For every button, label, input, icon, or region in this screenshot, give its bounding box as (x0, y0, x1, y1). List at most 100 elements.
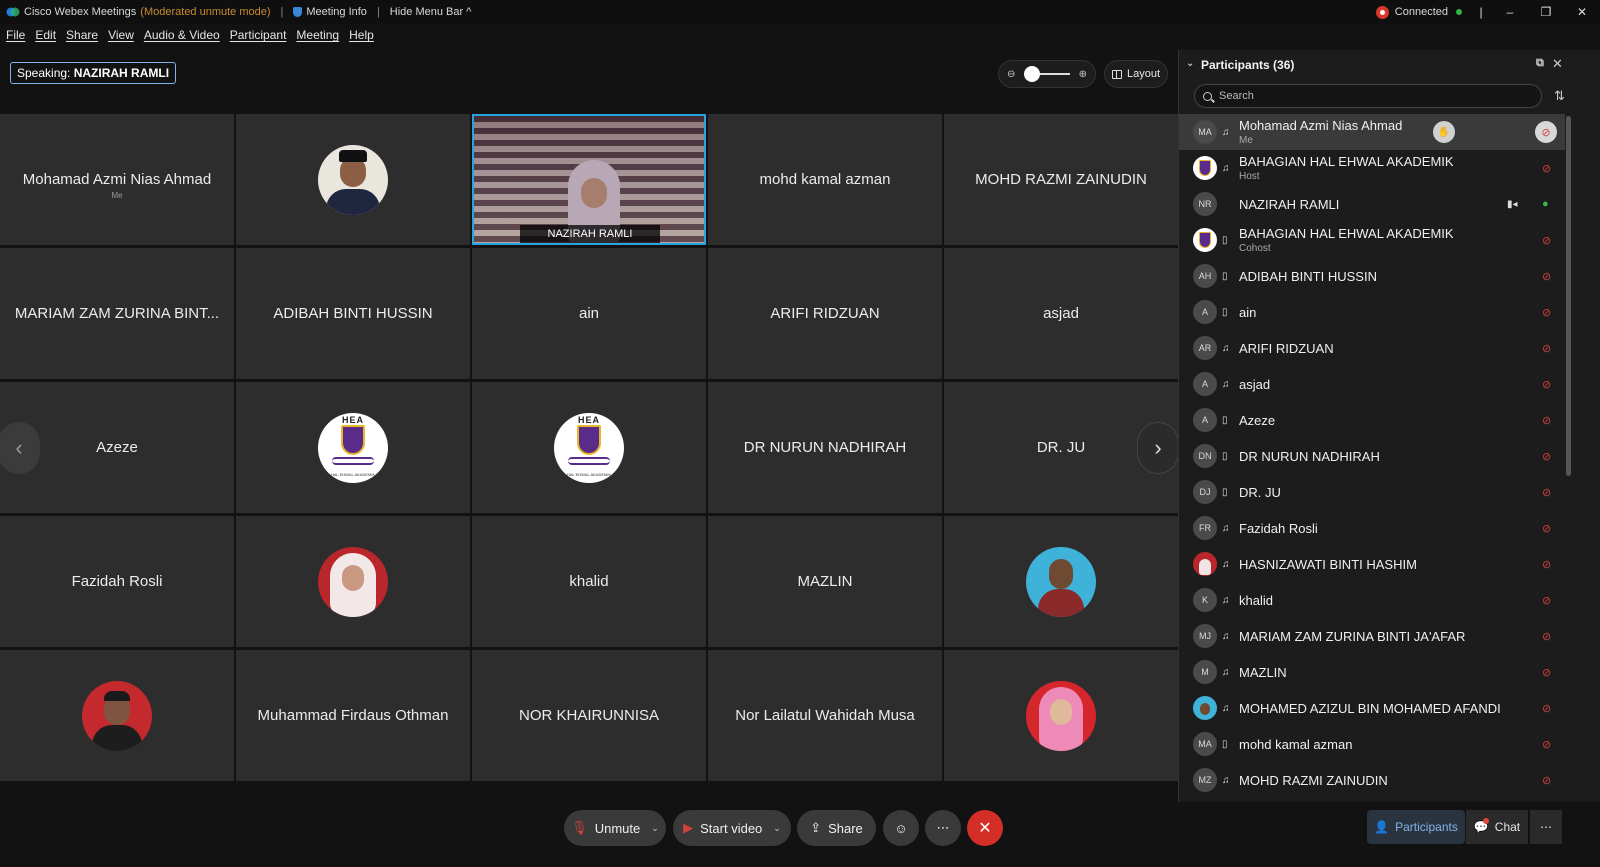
active-speaker-video-tile[interactable]: NAZIRAH RAMLI (472, 114, 706, 245)
raise-hand-icon[interactable]: ✋ (1433, 121, 1455, 143)
video-tile[interactable]: ain (472, 248, 706, 379)
muted-mic-icon[interactable]: ⊘ (1542, 270, 1551, 283)
participant-row[interactable]: AR ♫ ARIFI RIDZUAN ⊘ (1179, 330, 1565, 366)
video-tile[interactable] (236, 516, 470, 647)
video-tile[interactable]: NOR KHAIRUNNISA (472, 650, 706, 781)
chevron-down-icon[interactable]: ⌄ (651, 823, 659, 834)
participant-row[interactable]: MA ♫ Mohamad Azmi Nias Ahmad Me ✋ ⊘ (1179, 114, 1565, 150)
chat-button[interactable]: 💬 Chat (1466, 810, 1528, 844)
participant-row[interactable]: ▯ BAHAGIAN HAL EHWAL AKADEMIK Cohost ⊘ (1179, 222, 1565, 258)
participant-row[interactable]: FR ♫ Fazidah Rosli ⊘ (1179, 510, 1565, 546)
next-page-button[interactable]: › (1137, 422, 1179, 474)
zoom-in-icon[interactable]: ⊕ (1079, 69, 1087, 80)
sort-icon[interactable]: ⇅ (1554, 88, 1565, 104)
share-button[interactable]: ⇪ Share (797, 810, 876, 846)
video-tile[interactable]: Muhammad Firdaus Othman (236, 650, 470, 781)
muted-mic-icon[interactable]: ⊘ (1542, 378, 1551, 391)
menu-file[interactable]: File (6, 28, 25, 48)
video-tile[interactable] (944, 650, 1178, 781)
participant-row[interactable]: K ♫ khalid ⊘ (1179, 582, 1565, 618)
muted-mic-icon[interactable]: ⊘ (1542, 666, 1551, 679)
muted-mic-icon[interactable]: ⊘ (1542, 486, 1551, 499)
minimize-icon[interactable]: – (1492, 5, 1528, 19)
restore-icon[interactable]: ❐ (1528, 5, 1564, 19)
mic-on-icon[interactable]: ● (1542, 198, 1549, 210)
muted-mic-icon[interactable]: ⊘ (1542, 738, 1551, 751)
video-tile[interactable]: HEA HAL EHWAL AKADEMIK (236, 382, 470, 513)
participant-row[interactable]: A ▯ Azeze ⊘ (1179, 402, 1565, 438)
video-tile[interactable]: mohd kamal azman (708, 114, 942, 245)
menu-audio-video[interactable]: Audio & Video (144, 28, 220, 48)
video-tile[interactable]: MOHD RAZMI ZAINUDIN (944, 114, 1178, 245)
participants-toggle-button[interactable]: 👤 Participants (1367, 810, 1465, 844)
participant-row[interactable]: DN ▯ DR NURUN NADHIRAH ⊘ (1179, 438, 1565, 474)
participant-row[interactable]: DJ ▯ DR. JU ⊘ (1179, 474, 1565, 510)
pin-icon[interactable]: | (1470, 5, 1492, 19)
video-tile[interactable] (944, 516, 1178, 647)
previous-page-button[interactable]: ‹ (0, 422, 40, 474)
meeting-info-link[interactable]: Meeting Info (306, 6, 367, 18)
chevron-down-icon[interactable]: ⌄ (773, 823, 781, 834)
zoom-out-icon[interactable]: ⊖ (1007, 69, 1015, 80)
collapse-chevron-icon[interactable]: ⌄ (1186, 58, 1194, 69)
muted-mic-icon[interactable]: ⊘ (1542, 702, 1551, 715)
muted-mic-icon[interactable]: ⊘ (1542, 306, 1551, 319)
muted-mic-icon[interactable]: ⊘ (1542, 522, 1551, 535)
video-tile[interactable]: Nor Lailatul Wahidah Musa (708, 650, 942, 781)
more-options-button[interactable]: ⋯ (925, 810, 961, 846)
participant-row[interactable]: ♫ BAHAGIAN HAL EHWAL AKADEMIK Host ⊘ (1179, 150, 1565, 186)
zoom-slider[interactable] (1024, 66, 1070, 82)
menu-meeting[interactable]: Meeting (296, 28, 339, 48)
reactions-button[interactable]: ☺ (883, 810, 919, 846)
participant-row[interactable]: MA ▯ mohd kamal azman ⊘ (1179, 726, 1565, 762)
video-tile[interactable]: Fazidah Rosli (0, 516, 234, 647)
video-tile[interactable]: khalid (472, 516, 706, 647)
participant-row[interactable]: ♫ HASNIZAWATI BINTI HASHIM ⊘ (1179, 546, 1565, 582)
muted-mic-icon[interactable]: ⊘ (1542, 342, 1551, 355)
leave-meeting-button[interactable]: ✕ (967, 810, 1003, 846)
popout-icon[interactable]: ⧉ (1536, 57, 1544, 70)
participant-search-input[interactable]: Search (1194, 84, 1542, 108)
video-tile[interactable] (236, 114, 470, 245)
more-panels-button[interactable]: ⋯ (1530, 810, 1562, 844)
muted-mic-icon[interactable]: ⊘ (1542, 234, 1551, 247)
participant-row[interactable]: MJ ♫ MARIAM ZAM ZURINA BINTI JA'AFAR ⊘ (1179, 618, 1565, 654)
video-tile[interactable]: DR NURUN NADHIRAH (708, 382, 942, 513)
video-tile[interactable]: Mohamad Azmi Nias Ahmad Me (0, 114, 234, 245)
muted-mic-icon[interactable]: ⊘ (1542, 162, 1551, 175)
unmute-button[interactable]: 🎙 Unmute ⌄ (564, 810, 666, 846)
video-tile[interactable]: MARIAM ZAM ZURINA BINT... (0, 248, 234, 379)
scrollbar[interactable] (1566, 116, 1571, 476)
muted-mic-icon[interactable]: ⊘ (1535, 121, 1557, 143)
video-tile[interactable]: asjad (944, 248, 1178, 379)
muted-mic-icon[interactable]: ⊘ (1542, 450, 1551, 463)
menu-share[interactable]: Share (66, 28, 98, 48)
close-window-icon[interactable]: ✕ (1564, 5, 1600, 19)
participant-row[interactable]: AH ▯ ADIBAH BINTI HUSSIN ⊘ (1179, 258, 1565, 294)
muted-mic-icon[interactable]: ⊘ (1542, 774, 1551, 787)
muted-mic-icon[interactable]: ⊘ (1542, 630, 1551, 643)
zoom-slider-knob[interactable] (1024, 66, 1040, 82)
hide-menu-bar-button[interactable]: Hide Menu Bar ^ (390, 6, 472, 18)
video-tile[interactable]: ADIBAH BINTI HUSSIN (236, 248, 470, 379)
muted-mic-icon[interactable]: ⊘ (1542, 558, 1551, 571)
recording-icon[interactable] (1375, 5, 1389, 19)
menu-help[interactable]: Help (349, 28, 374, 48)
participant-row[interactable]: ♫ MOHAMED AZIZUL BIN MOHAMED AFANDI ⊘ (1179, 690, 1565, 726)
participant-row[interactable]: NR NAZIRAH RAMLI ▮◂ ● (1179, 186, 1565, 222)
video-tile[interactable] (0, 650, 234, 781)
close-panel-icon[interactable]: ✕ (1552, 56, 1563, 72)
participant-row[interactable]: A ♫ asjad ⊘ (1179, 366, 1565, 402)
layout-button[interactable]: Layout (1104, 60, 1168, 88)
participant-row[interactable]: MZ ♫ MOHD RAZMI ZAINUDIN ⊘ (1179, 762, 1565, 798)
muted-mic-icon[interactable]: ⊘ (1542, 594, 1551, 607)
participant-row[interactable]: M ♫ MAZLIN ⊘ (1179, 654, 1565, 690)
video-tile[interactable]: HEA HAL EHWAL AKADEMIK (472, 382, 706, 513)
video-tile[interactable]: ARIFI RIDZUAN (708, 248, 942, 379)
start-video-button[interactable]: ▶ Start video ⌄ (673, 810, 791, 846)
menu-participant[interactable]: Participant (230, 28, 287, 48)
video-tile[interactable]: MAZLIN (708, 516, 942, 647)
participant-row[interactable]: A ▯ ain ⊘ (1179, 294, 1565, 330)
muted-mic-icon[interactable]: ⊘ (1542, 414, 1551, 427)
menu-edit[interactable]: Edit (35, 28, 56, 48)
